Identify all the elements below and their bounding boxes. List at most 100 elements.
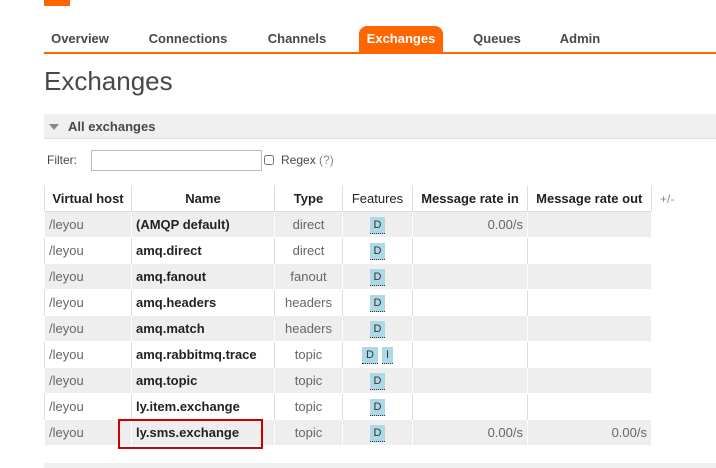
exchange-name-link[interactable]: ly.item.exchange bbox=[131, 393, 275, 420]
features-cell: D bbox=[342, 263, 413, 290]
vhost-cell: /leyou bbox=[44, 393, 132, 420]
features-cell: DI bbox=[342, 341, 413, 368]
exchange-name-link[interactable]: amq.fanout bbox=[131, 263, 275, 290]
tab-admin[interactable]: Admin bbox=[550, 26, 610, 52]
exchange-name-link[interactable]: amq.topic bbox=[131, 367, 275, 394]
tab-exchanges[interactable]: Exchanges bbox=[359, 26, 443, 52]
rate-out-cell bbox=[527, 237, 651, 264]
vhost-cell: /leyou bbox=[44, 211, 132, 238]
tab-connections[interactable]: Connections bbox=[136, 26, 240, 52]
features-cell: D bbox=[342, 315, 413, 342]
table-row: /leyou amq.direct direct D bbox=[44, 237, 651, 264]
vhost-cell: /leyou bbox=[44, 289, 132, 316]
table-row: /leyou amq.match headers D bbox=[44, 315, 651, 342]
collapse-triangle-icon bbox=[49, 124, 59, 130]
vhost-cell: /leyou bbox=[44, 341, 132, 368]
table-row: /leyou ly.item.exchange topic D bbox=[44, 393, 651, 420]
vhost-cell: /leyou bbox=[44, 367, 132, 394]
table-header-row: Virtual host Name Type Features Message … bbox=[44, 186, 652, 212]
vhost-cell: /leyou bbox=[44, 237, 132, 264]
feature-badge: D bbox=[369, 216, 386, 234]
table-row: /leyou amq.fanout fanout D bbox=[44, 263, 651, 290]
type-cell: topic bbox=[274, 419, 343, 445]
rate-in-cell bbox=[412, 393, 528, 420]
type-cell: topic bbox=[274, 393, 343, 420]
column-name[interactable]: Name bbox=[131, 186, 275, 212]
rate-out-cell: 0.00/s bbox=[527, 419, 651, 445]
regex-checkbox[interactable] bbox=[264, 155, 274, 165]
regex-text: Regex bbox=[281, 153, 316, 167]
exchange-name-link[interactable]: amq.headers bbox=[131, 289, 275, 316]
feature-badge: D bbox=[369, 294, 386, 312]
feature-badge: D bbox=[369, 320, 386, 338]
rabbitmq-logo bbox=[44, 0, 254, 6]
features-cell: D bbox=[342, 367, 413, 394]
rate-in-cell: 0.00/s bbox=[412, 211, 528, 238]
exchanges-table: Virtual host Name Type Features Message … bbox=[44, 186, 652, 445]
rate-in-cell bbox=[412, 263, 528, 290]
main-nav: Overview Connections Channels Exchanges … bbox=[44, 26, 716, 54]
feature-badge: D bbox=[369, 424, 386, 442]
column-type[interactable]: Type bbox=[274, 186, 343, 212]
tab-queues[interactable]: Queues bbox=[464, 26, 530, 52]
page-title: Exchanges bbox=[44, 66, 173, 96]
exchange-name-link[interactable]: (AMQP default) bbox=[131, 211, 275, 238]
filter-input[interactable] bbox=[91, 150, 262, 171]
type-cell: topic bbox=[274, 367, 343, 394]
feature-badge: D bbox=[369, 372, 386, 390]
vhost-cell: /leyou bbox=[44, 263, 132, 290]
features-cell: D bbox=[342, 393, 413, 420]
table-row: /leyou (AMQP default) direct D 0.00/s bbox=[44, 211, 651, 238]
type-cell: direct bbox=[274, 237, 343, 264]
column-toggle[interactable]: +/- bbox=[660, 192, 674, 206]
feature-badge: D bbox=[369, 268, 386, 286]
column-features: Features bbox=[342, 186, 413, 212]
all-exchanges-section-header[interactable]: All exchanges bbox=[44, 114, 716, 139]
feature-badge: D bbox=[369, 398, 386, 416]
feature-badge: I bbox=[381, 346, 393, 364]
filter-label: Filter: bbox=[47, 153, 77, 167]
rate-out-cell bbox=[527, 367, 651, 394]
exchange-name-link[interactable]: amq.match bbox=[131, 315, 275, 342]
rate-in-cell bbox=[412, 341, 528, 368]
rate-in-cell bbox=[412, 237, 528, 264]
type-cell: headers bbox=[274, 315, 343, 342]
rate-out-cell bbox=[527, 341, 651, 368]
type-cell: fanout bbox=[274, 263, 343, 290]
features-cell: D bbox=[342, 211, 413, 238]
type-cell: headers bbox=[274, 289, 343, 316]
features-cell: D bbox=[342, 289, 413, 316]
section-title: All exchanges bbox=[68, 119, 156, 134]
rate-in-cell bbox=[412, 289, 528, 316]
features-cell: D bbox=[342, 237, 413, 264]
regex-label: Regex (?) bbox=[281, 153, 334, 167]
rate-out-cell bbox=[527, 393, 651, 420]
tab-channels[interactable]: Channels bbox=[258, 26, 336, 52]
vhost-cell: /leyou bbox=[44, 315, 132, 342]
rate-out-cell bbox=[527, 263, 651, 290]
features-cell: D bbox=[342, 419, 413, 445]
next-section-bar bbox=[44, 463, 716, 468]
tab-overview[interactable]: Overview bbox=[44, 26, 116, 52]
type-cell: topic bbox=[274, 341, 343, 368]
column-virtual-host[interactable]: Virtual host bbox=[44, 186, 132, 212]
rate-out-cell bbox=[527, 289, 651, 316]
highlight-box bbox=[118, 419, 263, 449]
rate-in-cell bbox=[412, 367, 528, 394]
table-row: /leyou amq.topic topic D bbox=[44, 367, 651, 394]
table-row: /leyou amq.rabbitmq.trace topic D I bbox=[44, 341, 651, 368]
rate-out-cell bbox=[527, 211, 651, 238]
column-rate-out[interactable]: Message rate out bbox=[527, 186, 652, 212]
rate-in-cell: 0.00/s bbox=[412, 419, 528, 445]
feature-badge: D bbox=[361, 346, 378, 364]
logo-mark bbox=[44, 0, 70, 6]
rate-in-cell bbox=[412, 315, 528, 342]
table-row: /leyou amq.headers headers D bbox=[44, 289, 651, 316]
exchange-name-link[interactable]: amq.rabbitmq.trace bbox=[131, 341, 275, 368]
column-rate-in[interactable]: Message rate in bbox=[412, 186, 528, 212]
exchange-name-link[interactable]: amq.direct bbox=[131, 237, 275, 264]
regex-help-link[interactable]: (?) bbox=[319, 153, 334, 167]
feature-badge: D bbox=[369, 242, 386, 260]
rate-out-cell bbox=[527, 315, 651, 342]
type-cell: direct bbox=[274, 211, 343, 238]
